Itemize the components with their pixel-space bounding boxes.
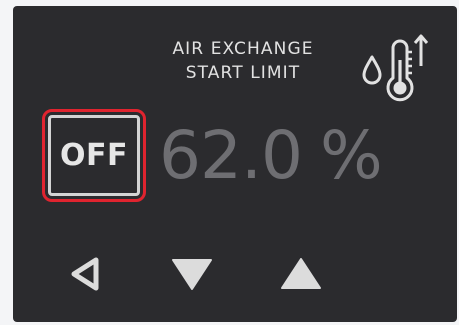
setting-title: AIR EXCHANGE START LIMIT: [148, 37, 338, 85]
humidity-temperature-up-icon: [362, 34, 429, 102]
setpoint-display: 62.0%: [159, 106, 383, 206]
setpoint-unit: %: [319, 117, 383, 194]
setting-title-line1: AIR EXCHANGE: [172, 39, 314, 59]
decrease-button[interactable]: [162, 249, 222, 299]
triangle-up-icon: [281, 258, 321, 289]
off-button-label: OFF: [48, 115, 140, 196]
increase-button[interactable]: [271, 249, 331, 299]
triangle-left-outline-icon: [71, 257, 99, 291]
setpoint-value: 62.0: [159, 117, 303, 194]
triangle-down-icon: [172, 259, 212, 290]
setting-title-line2: START LIMIT: [185, 63, 301, 83]
back-button[interactable]: [55, 249, 115, 299]
device-screen: AIR EXCHANGE START LIMIT OFF 62.0%: [13, 6, 457, 322]
off-toggle-button[interactable]: OFF: [42, 109, 146, 202]
